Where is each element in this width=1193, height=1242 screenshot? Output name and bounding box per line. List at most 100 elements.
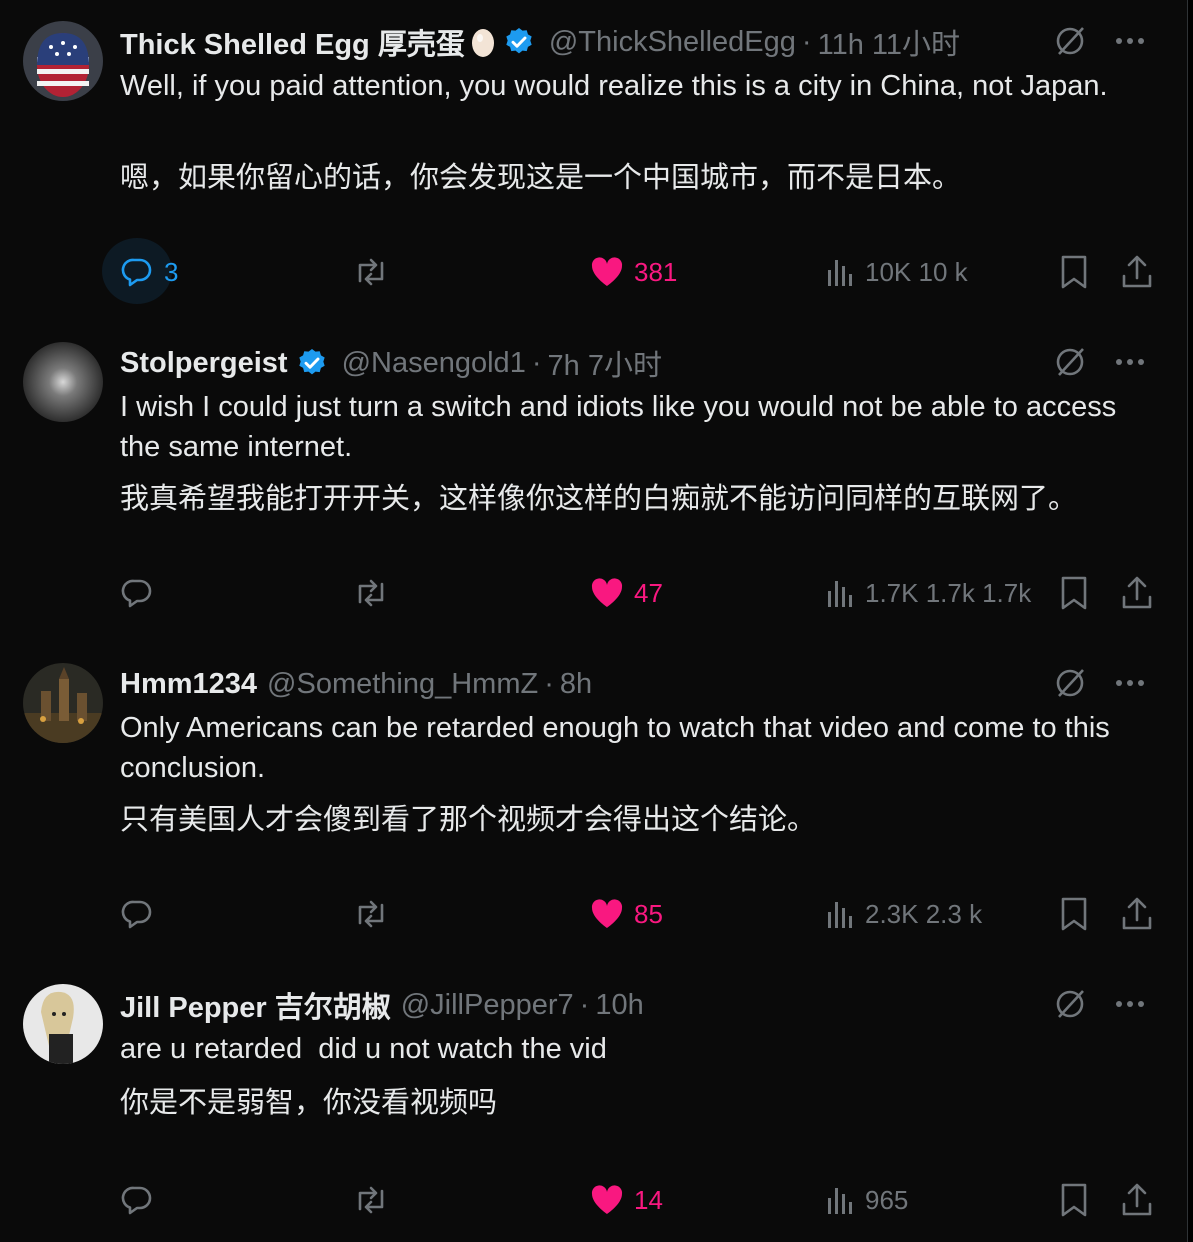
egg-emoji-icon: [471, 26, 495, 58]
reply-icon: [120, 1183, 154, 1217]
grok-icon[interactable]: [1051, 985, 1089, 1023]
views-button[interactable]: 965: [825, 1170, 908, 1230]
tweet-top-actions: [1051, 985, 1149, 1023]
bookmark-icon: [1058, 575, 1090, 611]
avatar[interactable]: [23, 663, 103, 743]
like-count: 381: [634, 256, 678, 287]
avatar-image-castle: [23, 663, 103, 743]
reply-icon: [120, 255, 154, 289]
tweet-text-english: are u retarded did u not watch the vid: [120, 1033, 607, 1065]
retweet-icon: [352, 897, 390, 931]
avatar[interactable]: [23, 342, 103, 422]
bookmark-button[interactable]: [1058, 563, 1090, 623]
view-count: 1.7K 1.7k 1.7k: [865, 577, 1032, 608]
heart-icon: [590, 577, 624, 609]
bookmark-button[interactable]: [1058, 242, 1090, 302]
tweet-header: Stolpergeist @Nasengold1 · 7h 7小时: [120, 343, 1047, 383]
tweet-actions: 3 381 10K 10 k: [0, 242, 1187, 302]
more-icon[interactable]: [1111, 22, 1149, 60]
grok-icon[interactable]: [1051, 664, 1089, 702]
like-button[interactable]: 381: [590, 242, 677, 302]
display-name[interactable]: Thick Shelled Egg 厚壳蛋: [120, 21, 465, 63]
retweet-icon: [352, 576, 390, 610]
views-button[interactable]: 1.7K 1.7k 1.7k: [825, 563, 1031, 623]
avatar-image-person: [23, 984, 103, 1064]
tweet-text-english: Only Americans can be retarded enough to…: [120, 712, 1110, 784]
share-icon: [1120, 896, 1154, 932]
handle[interactable]: @Something_HmmZ: [267, 668, 538, 701]
tweet-top-actions: [1051, 343, 1149, 381]
timestamp[interactable]: 10h: [595, 989, 643, 1022]
separator-dot: ·: [579, 988, 590, 1021]
like-count: 47: [634, 577, 663, 608]
timestamp[interactable]: 11h 11小时: [818, 21, 960, 63]
retweet-icon: [352, 1183, 390, 1217]
display-name[interactable]: Stolpergeist: [120, 347, 288, 380]
view-count: 10K 10 k: [865, 256, 968, 287]
reply-button[interactable]: [120, 884, 154, 944]
views-button[interactable]: 10K 10 k: [825, 242, 968, 302]
heart-icon: [590, 256, 624, 288]
display-name[interactable]: Jill Pepper 吉尔胡椒: [120, 984, 391, 1026]
views-icon: [825, 898, 855, 930]
grok-icon[interactable]: [1051, 22, 1089, 60]
display-name[interactable]: Hmm1234: [120, 668, 257, 701]
tweet-3[interactable]: Hmm1234 @Something_HmmZ · 8h Only Americ…: [0, 642, 1188, 964]
share-button[interactable]: [1120, 242, 1154, 302]
share-icon: [1120, 254, 1154, 290]
more-icon[interactable]: [1111, 985, 1149, 1023]
tweet-header: Hmm1234 @Something_HmmZ · 8h: [120, 664, 1047, 704]
share-button[interactable]: [1120, 563, 1154, 623]
tweet-top-actions: [1051, 22, 1149, 60]
reply-icon: [120, 897, 154, 931]
views-button[interactable]: 2.3K 2.3 k: [825, 884, 982, 944]
avatar[interactable]: [23, 984, 103, 1064]
heart-icon: [590, 1184, 624, 1216]
share-button[interactable]: [1120, 884, 1154, 944]
view-count: 965: [865, 1184, 909, 1215]
retweet-button[interactable]: [352, 563, 390, 623]
heart-icon: [590, 898, 624, 930]
retweet-button[interactable]: [352, 1170, 390, 1230]
tweet-text-chinese: 你是不是弱智，你没看视频吗: [120, 1087, 498, 1119]
grok-icon[interactable]: [1051, 343, 1089, 381]
more-icon[interactable]: [1111, 343, 1149, 381]
reply-button[interactable]: [120, 563, 154, 623]
handle[interactable]: @JillPepper7: [401, 989, 574, 1022]
retweet-icon: [352, 255, 390, 289]
like-count: 85: [634, 898, 663, 929]
verified-badge-icon: [296, 347, 328, 379]
tweet-text-chinese: 只有美国人才会傻到看了那个视频才会得出这个结论。: [120, 804, 817, 836]
tweet-2[interactable]: Stolpergeist @Nasengold1 · 7h 7小时 I wish…: [0, 321, 1188, 643]
tweet-4[interactable]: Jill Pepper 吉尔胡椒 @JillPepper7 · 10h are …: [0, 963, 1188, 1242]
reply-feed: Thick Shelled Egg 厚壳蛋 @ThickShelledEgg ·…: [0, 0, 1193, 1242]
avatar-image-egg-flag: [23, 21, 103, 101]
retweet-button[interactable]: [352, 884, 390, 944]
verified-badge-icon: [503, 26, 535, 58]
like-count: 14: [634, 1184, 663, 1215]
like-button[interactable]: 85: [590, 884, 663, 944]
retweet-button[interactable]: [352, 242, 390, 302]
tweet-text-chinese: 嗯，如果你留心的话，你会发现这是一个中国城市，而不是日本。: [120, 162, 962, 194]
avatar[interactable]: [23, 21, 103, 101]
like-button[interactable]: 14: [590, 1170, 663, 1230]
bookmark-button[interactable]: [1058, 884, 1090, 944]
more-icon[interactable]: [1111, 664, 1149, 702]
share-button[interactable]: [1120, 1170, 1154, 1230]
separator-dot: ·: [531, 346, 542, 379]
views-icon: [825, 577, 855, 609]
timestamp[interactable]: 8h: [560, 668, 592, 701]
bookmark-button[interactable]: [1058, 1170, 1090, 1230]
reply-button[interactable]: 3: [120, 242, 178, 302]
handle[interactable]: @Nasengold1: [342, 347, 526, 380]
like-button[interactable]: 47: [590, 563, 663, 623]
tweet-text-chinese: 我真希望我能打开开关，这样像你这样的白痴就不能访问同样的互联网了。: [120, 483, 1078, 515]
tweet-1[interactable]: Thick Shelled Egg 厚壳蛋 @ThickShelledEgg ·…: [0, 0, 1188, 322]
reply-button[interactable]: [120, 1170, 154, 1230]
bookmark-icon: [1058, 254, 1090, 290]
timestamp[interactable]: 7h 7小时: [548, 342, 662, 384]
views-icon: [825, 1184, 855, 1216]
tweet-actions: 14 965: [0, 1170, 1187, 1230]
share-icon: [1120, 575, 1154, 611]
handle[interactable]: @ThickShelledEgg: [549, 26, 796, 59]
